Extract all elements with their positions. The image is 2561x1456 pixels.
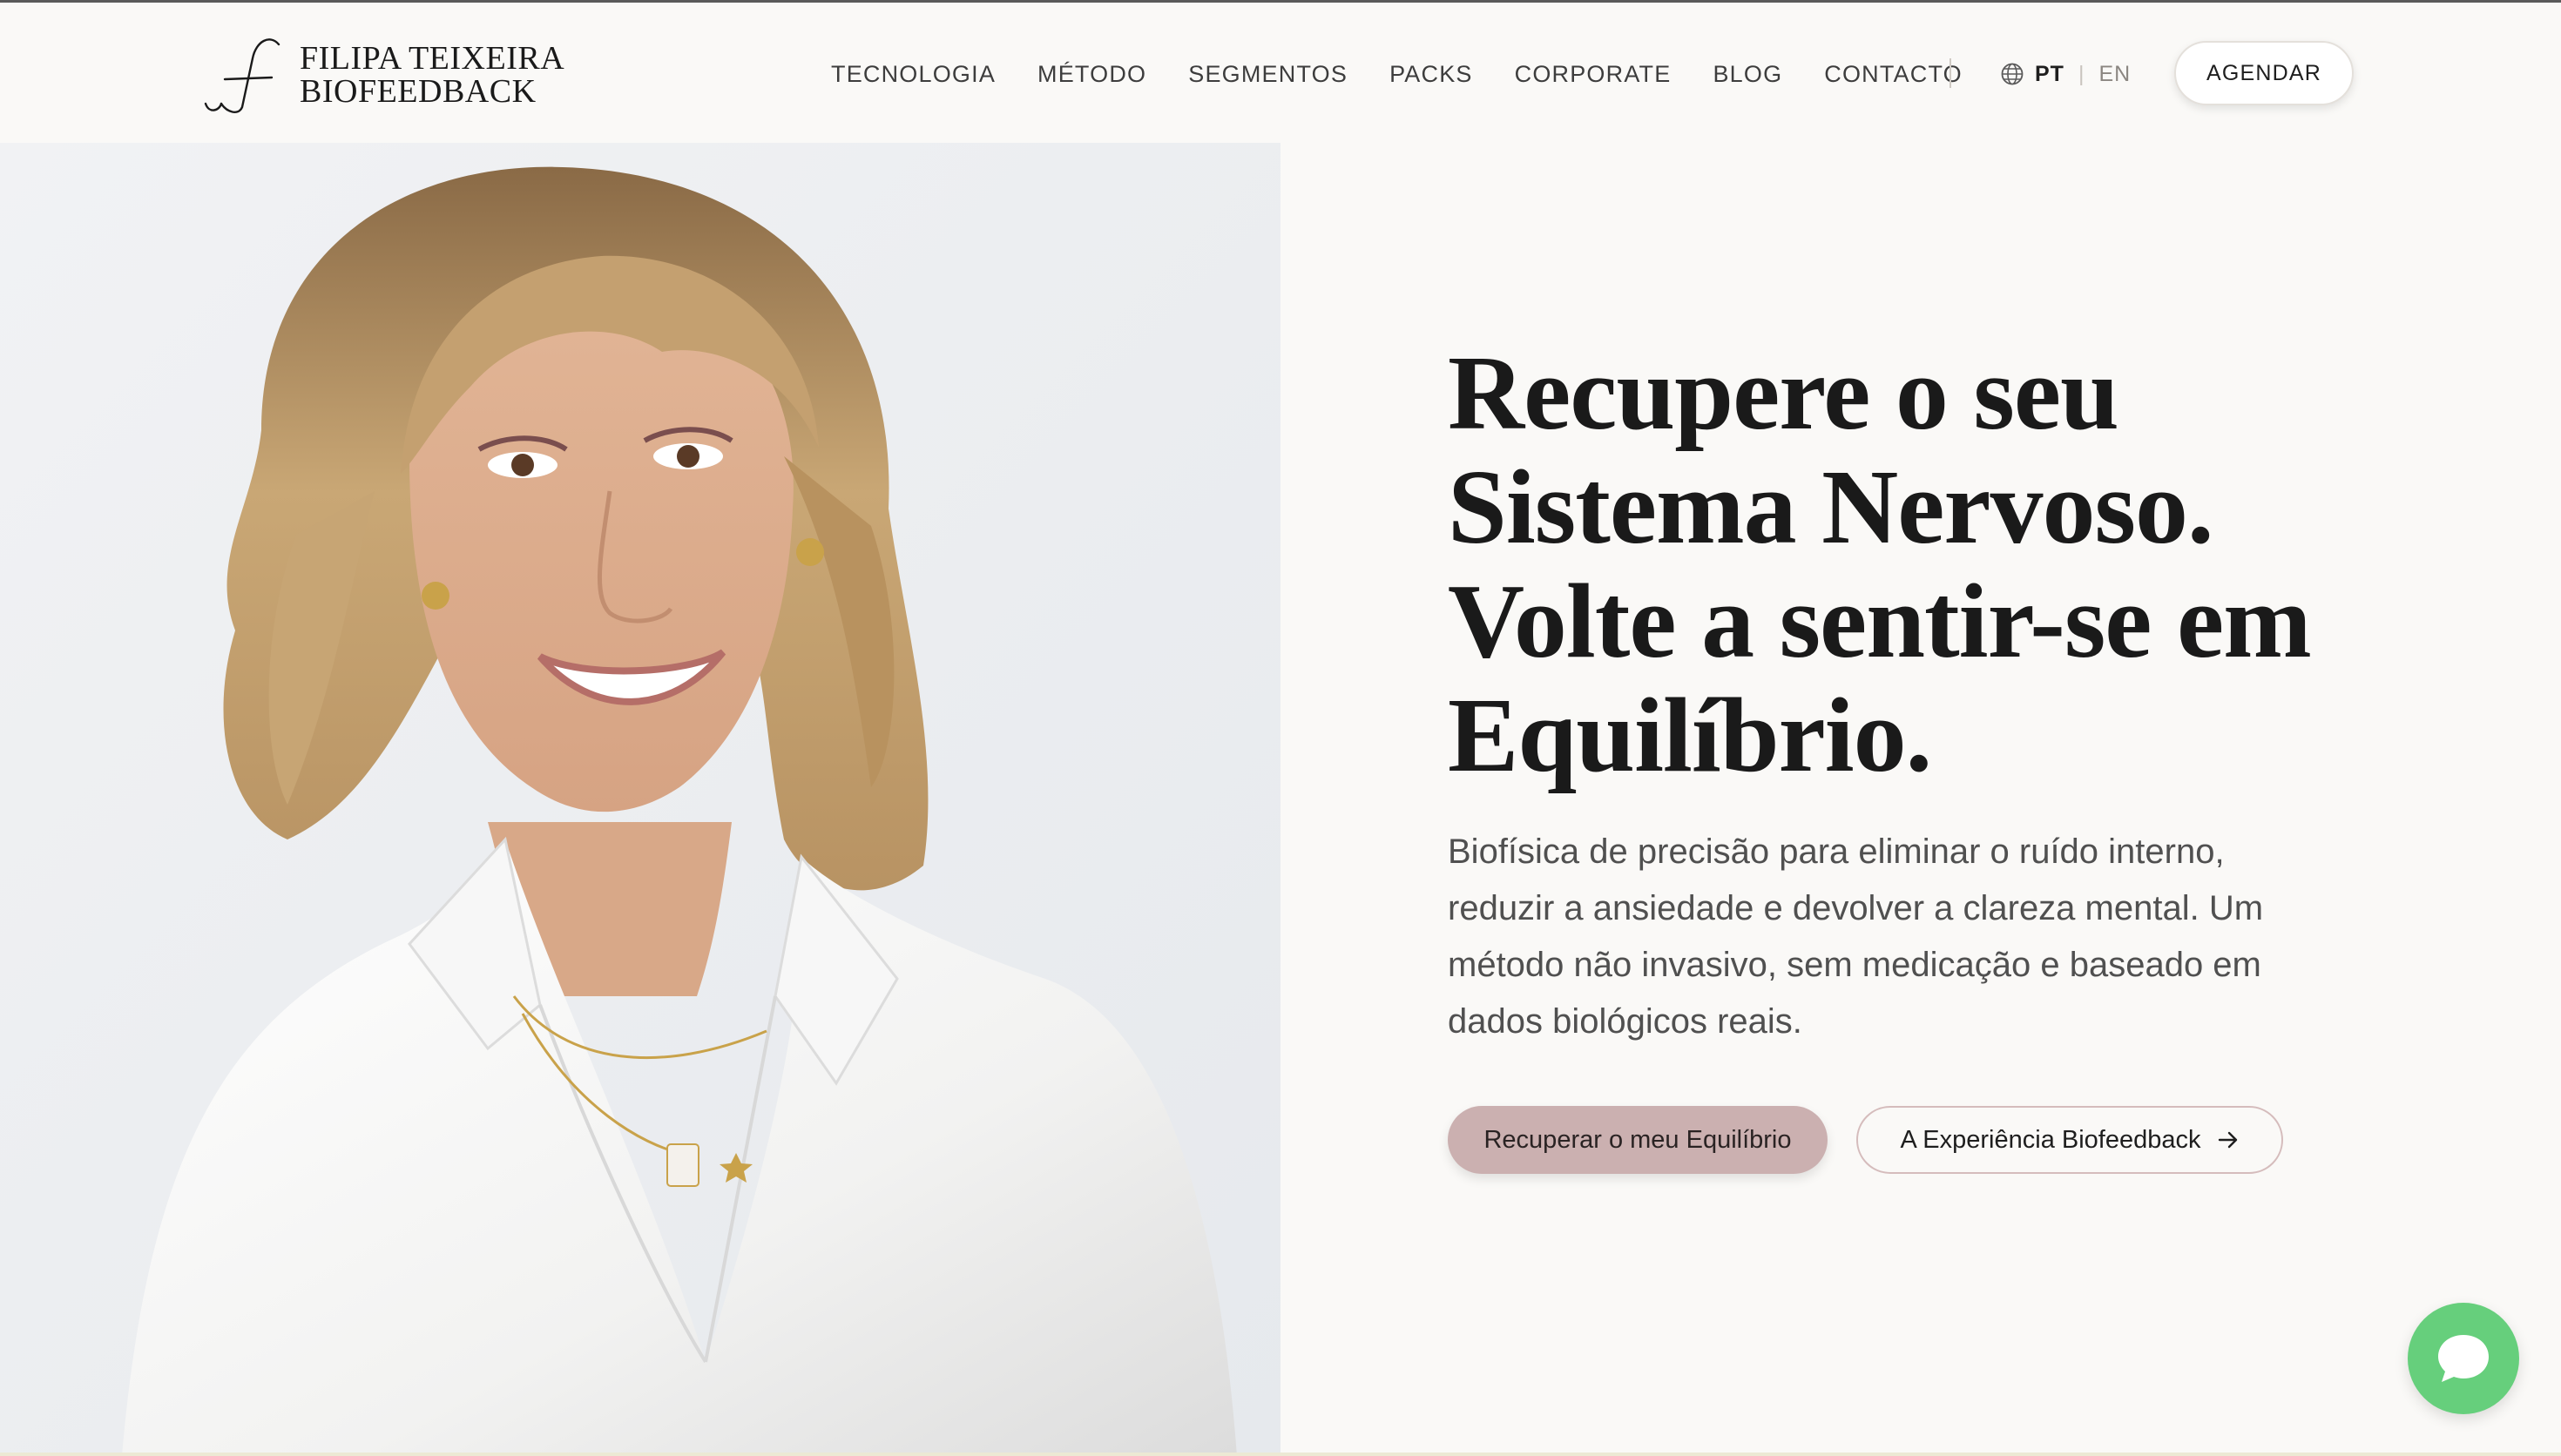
- brand-name: FILIPA TEIXEIRA BIOFEEDBACK: [300, 42, 564, 108]
- nav-item-metodo[interactable]: MÉTODO: [1037, 61, 1146, 88]
- bottom-border: [0, 1453, 2561, 1456]
- globe-icon: [2001, 63, 2024, 85]
- brand-name-line2: BIOFEEDBACK: [300, 73, 537, 110]
- experiencia-biofeedback-button[interactable]: A Experiência Biofeedback: [1856, 1106, 2283, 1174]
- brand-logo[interactable]: FILIPA TEIXEIRA BIOFEEDBACK: [204, 36, 564, 114]
- recuperar-equilibrio-button[interactable]: Recuperar o meu Equilíbrio: [1448, 1106, 1828, 1174]
- language-separator: |: [2078, 61, 2085, 86]
- nav-divider: [1949, 58, 1951, 88]
- agendar-button[interactable]: AGENDAR: [2174, 41, 2354, 105]
- nav-item-blog[interactable]: BLOG: [1713, 61, 1782, 88]
- nav-item-segmentos[interactable]: SEGMENTOS: [1188, 61, 1348, 88]
- portrait-photo: [0, 143, 1280, 1456]
- brand-name-line1: FILIPA TEIXEIRA: [300, 40, 565, 77]
- nav-item-tecnologia[interactable]: TECNOLOGIA: [831, 61, 996, 88]
- recuperar-equilibrio-label: Recuperar o meu Equilíbrio: [1483, 1125, 1792, 1154]
- hero-headline-line2: Sistema Nervoso.: [1448, 448, 2214, 566]
- hero-headline-line1: Recupere o seu: [1448, 334, 2119, 452]
- hero-subtext: Biofísica de precisão para eliminar o ru…: [1448, 832, 2264, 1041]
- chat-button[interactable]: [2408, 1303, 2519, 1414]
- script-f-icon: [204, 38, 280, 113]
- page: FILIPA TEIXEIRA BIOFEEDBACK TECNOLOGIA M…: [0, 0, 2561, 1456]
- nav-item-contacto[interactable]: CONTACTO: [1824, 61, 1963, 88]
- language-en[interactable]: EN: [2098, 62, 2131, 87]
- site-header: FILIPA TEIXEIRA BIOFEEDBACK TECNOLOGIA M…: [0, 3, 2561, 143]
- language-pt[interactable]: PT: [2035, 62, 2064, 87]
- hero-headline-line4: Equilíbrio.: [1448, 677, 1932, 794]
- nav-item-corporate[interactable]: CORPORATE: [1515, 61, 1672, 88]
- main-nav: TECNOLOGIA MÉTODO SEGMENTOS PACKS CORPOR…: [831, 57, 1963, 91]
- arrow-right-icon: [2218, 1131, 2237, 1149]
- hero-headline-line3: Volte a sentir-se em: [1448, 563, 2312, 680]
- chat-bubble-icon: [2438, 1335, 2489, 1382]
- language-switcher: PT | EN: [2000, 57, 2131, 91]
- nav-item-packs[interactable]: PACKS: [1389, 61, 1473, 88]
- hero-headline: Recupere o seu Sistema Nervoso. Volte a …: [1448, 336, 2423, 792]
- experiencia-biofeedback-label: A Experiência Biofeedback: [1900, 1125, 2201, 1154]
